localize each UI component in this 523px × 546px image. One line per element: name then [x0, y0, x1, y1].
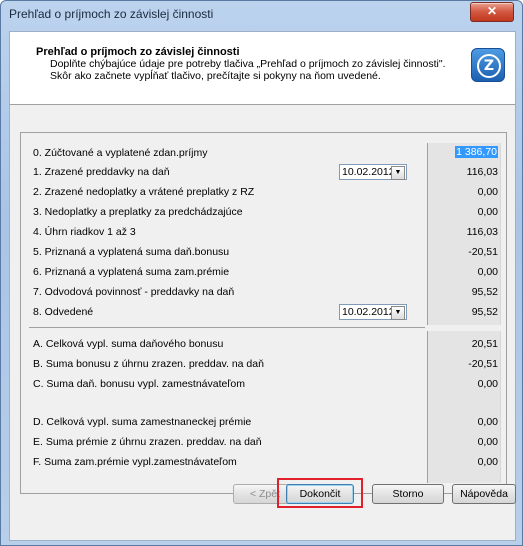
premium-row-e-label: E. Suma prémie z úhrnu zrazen. preddav. …	[33, 436, 262, 448]
cancel-button[interactable]: Storno	[372, 484, 444, 504]
row-2-label: 2. Zrazené nedoplatky a vrátené preplatk…	[33, 186, 255, 198]
row-3-label: 3. Nedoplatky a preplatky za predchádzaj…	[33, 206, 243, 218]
premium-row-d-value: 0,00	[477, 416, 498, 428]
logo-glyph: Z	[477, 54, 501, 78]
row-4-value[interactable]: 116,03	[467, 226, 498, 238]
chevron-down-icon[interactable]: ▼	[391, 306, 405, 320]
row-2-value[interactable]: 0,00	[478, 186, 498, 198]
row-1-label: 1. Zrazené preddavky na daň	[33, 166, 170, 178]
finish-button-highlight	[277, 478, 363, 508]
row-6-label: 6. Priznaná a vyplatená suma zam.prémie	[33, 266, 230, 278]
row-7-value[interactable]: 95,52	[472, 286, 498, 298]
row-0-value[interactable]: 1 386,70	[455, 146, 498, 158]
premium-row-e-value: 0,00	[477, 436, 498, 448]
row-3-value[interactable]: 0,00	[478, 206, 498, 218]
wizard-header: Prehľad o príjmoch zo závislej činnosti …	[10, 32, 515, 105]
row-8-value[interactable]: 95,52	[472, 306, 498, 318]
header-description-line-1: Doplňte chýbajúce údaje pre potreby tlač…	[50, 58, 446, 70]
premium-row-d-label: D. Celková vypl. suma zamestnaneckej pré…	[33, 416, 252, 428]
wizard-logo-icon: Z	[471, 48, 505, 82]
help-button[interactable]: Nápověda	[452, 484, 516, 504]
chevron-down-icon[interactable]: ▼	[391, 166, 405, 180]
dialog-client-area: Prehľad o príjmoch zo závislej činnosti …	[9, 31, 516, 541]
bonus-row-a-label: A. Celková vypl. suma daňového bonusu	[33, 338, 224, 350]
row-8-label: 8. Odvedené	[33, 306, 94, 318]
premium-row-f-value: 0,00	[477, 456, 498, 468]
dialog-window: Prehľad o príjmoch zo závislej činnosti …	[0, 0, 523, 546]
premium-row-f-label: F. Suma zam.prémie vypl.zamestnávateľom	[33, 456, 237, 468]
bonus-row-b-value: -20,51	[468, 358, 498, 370]
bonus-row-a-value: 20,51	[471, 338, 498, 350]
row-0-label: 0. Zúčtované a vyplatené zdan.príjmy	[33, 147, 208, 159]
row-5-label: 5. Priznaná a vyplatená suma daň.bonusu	[33, 246, 230, 258]
row-5-value[interactable]: -20,51	[468, 246, 498, 258]
bonus-row-c-label: C. Suma daň. bonusu vypl. zamestnávateľo…	[33, 378, 246, 390]
title-bar[interactable]: Prehľad o príjmoch zo závislej činnosti …	[1, 1, 522, 25]
bonus-row-b-label: B. Suma bonusu z úhrnu zrazen. preddav. …	[33, 358, 264, 370]
row-6-value[interactable]: 0,00	[478, 266, 498, 278]
row-0-value-text[interactable]: 1 386,70	[455, 146, 498, 158]
bonus-row-c-value: 0,00	[477, 378, 498, 390]
header-description-line-2: Skôr ako začnete vypĺňať tlačivo, prečít…	[50, 70, 381, 82]
window-title: Prehľad o príjmoch zo závislej činnosti	[9, 7, 214, 21]
row-1-date-value: 10.02.2012	[342, 166, 395, 178]
header-title: Prehľad o príjmoch zo závislej činnosti	[36, 46, 240, 58]
row-1-date-select[interactable]: 10.02.2012 ▼	[339, 164, 407, 180]
row-4-label: 4. Úhrn riadkov 1 až 3	[33, 226, 136, 238]
row-8-date-value: 10.02.2012	[342, 306, 395, 318]
row-8-date-select[interactable]: 10.02.2012 ▼	[339, 304, 407, 320]
row-7-label: 7. Odvodová povinnosť - preddavky na daň	[33, 286, 235, 298]
close-button[interactable]: ✕	[470, 2, 514, 22]
row-1-value[interactable]: 116,03	[467, 166, 498, 178]
section-divider	[29, 327, 425, 328]
summary-panel: 0. Zúčtované a vyplatené zdan.príjmy 1 3…	[20, 132, 507, 494]
